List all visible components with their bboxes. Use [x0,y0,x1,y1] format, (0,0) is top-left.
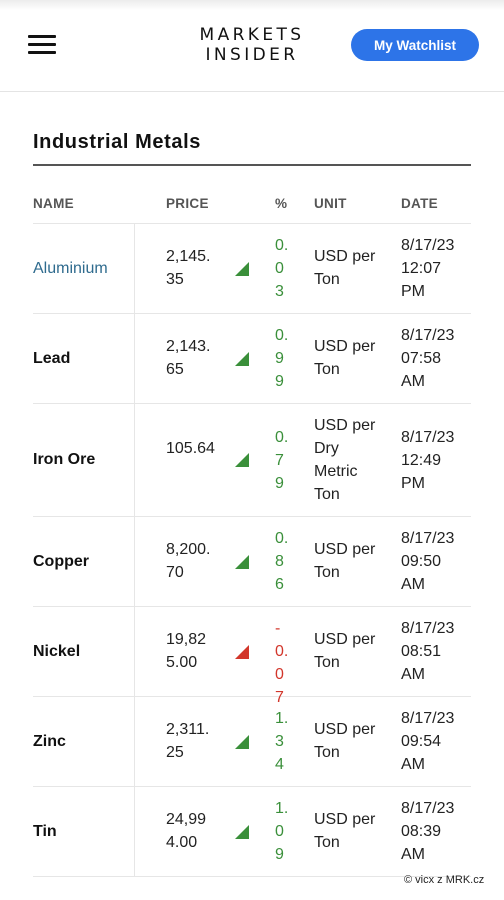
date-line: 8/17/23 [401,620,455,637]
date-value: 8/17/23 08:51 AM [401,617,473,686]
metal-name[interactable]: Nickel [33,607,135,696]
date-value: 8/17/23 07:58 AM [401,324,473,393]
metal-name-link[interactable]: Aluminium [33,224,135,313]
price-down-triangle-icon [235,645,249,659]
ampm-line: AM [401,373,425,390]
logo-line-1: MARKETS [199,25,305,45]
column-header-price: PRICE [166,196,209,211]
date-value: 8/17/23 12:07 PM [401,234,473,303]
unit-value: USD per Ton [314,811,376,851]
unit-value: USD per Ton [314,541,376,581]
metals-table-body: Aluminium 2,145.35 0.03 USD per Ton 8/17… [33,224,471,877]
table-row[interactable]: Zinc 2,311.25 1.34 USD per Ton 8/17/23 0… [33,697,471,787]
table-row[interactable]: Tin 24,994.00 1.09 USD per Ton 8/17/23 0… [33,787,471,877]
date-value: 8/17/23 09:50 AM [401,527,473,596]
price-value: 24,994.00 [166,811,207,851]
unit-value: USD per Ton [314,248,376,288]
my-watchlist-button[interactable]: My Watchlist [351,29,479,61]
table-row[interactable]: Lead 2,143.65 0.99 USD per Ton 8/17/23 0… [33,314,471,404]
top-navigation-bar: MARKETS INSIDER My Watchlist [0,0,504,92]
percent-change: -0.07 [275,620,289,706]
time-line: 09:50 [401,553,442,570]
date-value: 8/17/23 12:49 PM [401,426,473,495]
date-line: 8/17/23 [401,800,455,817]
date-line: 8/17/23 [401,429,455,446]
percent-change: 0.86 [275,530,289,593]
date-line: 8/17/23 [401,327,455,344]
price-up-triangle-icon [235,555,249,569]
date-value: 8/17/23 09:54 AM [401,707,473,776]
table-row[interactable]: Nickel 19,825.00 -0.07 USD per Ton 8/17/… [33,607,473,706]
percent-change: 1.34 [275,710,289,773]
date-line: 8/17/23 [401,710,455,727]
price-up-triangle-icon [235,825,249,839]
price-up-triangle-icon [235,453,249,467]
ampm-line: AM [401,666,425,683]
time-line: 07:58 [401,350,442,367]
unit-value: USD per Dry Metric Ton [314,417,376,503]
ampm-line: PM [401,475,425,492]
date-line: 8/17/23 [401,530,455,547]
watermark-credit: © vicx z MRK.cz [404,874,485,886]
ampm-line: AM [401,756,425,773]
table-header-row: NAME PRICE % UNIT DATE [33,186,471,224]
column-header-name: NAME [33,196,74,211]
time-line: 12:07 [401,260,442,277]
ampm-line: PM [401,283,425,300]
column-header-date: DATE [401,196,438,211]
price-up-triangle-icon [235,262,249,276]
table-row[interactable]: Iron Ore 105.64 0.79 USD per Dry Metric … [33,404,471,517]
percent-change: 0.03 [275,237,289,300]
markets-insider-logo[interactable]: MARKETS INSIDER [186,25,318,65]
time-line: 09:54 [401,733,442,750]
metal-name[interactable]: Tin [33,787,135,876]
column-header-unit: UNIT [314,196,347,211]
price-value: 8,200.70 [166,541,211,581]
price-value: 2,145.35 [166,248,211,288]
table-row[interactable]: Aluminium 2,145.35 0.03 USD per Ton 8/17… [33,224,471,314]
percent-change: 1.09 [275,800,289,863]
time-line: 08:51 [401,643,442,660]
metal-name[interactable]: Iron Ore [33,404,135,516]
price-value: 2,143.65 [166,338,211,378]
price-up-triangle-icon [235,735,249,749]
price-up-triangle-icon [235,352,249,366]
section-title: Industrial Metals [33,131,202,153]
table-row[interactable]: Copper 8,200.70 0.86 USD per Ton 8/17/23… [33,517,471,607]
date-value: 8/17/23 08:39 AM [401,797,473,866]
percent-change: 0.99 [275,327,289,390]
price-value: 19,825.00 [166,631,207,671]
unit-value: USD per Ton [314,631,376,671]
title-divider [33,164,471,166]
unit-value: USD per Ton [314,338,376,378]
logo-line-2: INSIDER [205,45,299,65]
metal-name[interactable]: Lead [33,314,135,403]
ampm-line: AM [401,576,425,593]
ampm-line: AM [401,846,425,863]
time-line: 12:49 [401,452,442,469]
price-value: 2,311.25 [166,721,210,761]
hamburger-menu-icon[interactable] [28,35,56,55]
unit-value: USD per Ton [314,721,376,761]
column-header-pct: % [275,196,288,211]
percent-change: 0.79 [275,429,289,492]
date-line: 8/17/23 [401,237,455,254]
time-line: 08:39 [401,823,442,840]
metal-name[interactable]: Copper [33,517,135,606]
metal-name[interactable]: Zinc [33,697,135,786]
price-value: 105.64 [166,440,215,457]
